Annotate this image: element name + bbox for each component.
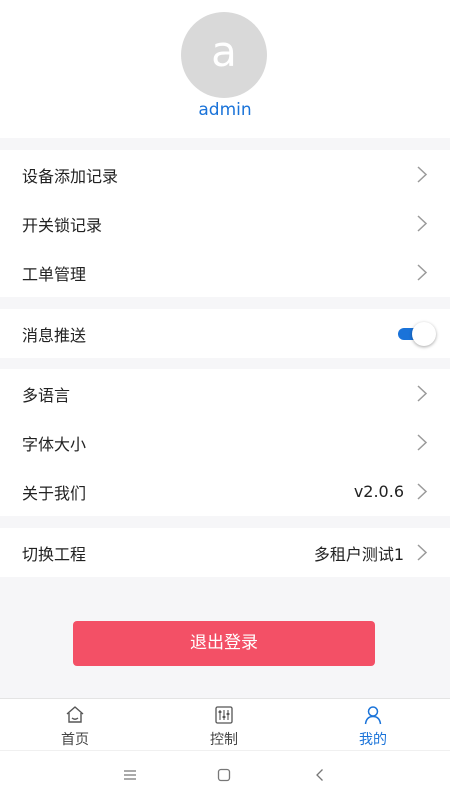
settings-group-notifications: 消息推送 — [0, 309, 450, 358]
menu-item-label: 消息推送 — [22, 325, 87, 345]
avatar[interactable]: a — [181, 12, 267, 98]
menu-item-label: 字体大小 — [22, 434, 87, 454]
system-navigation-bar — [0, 750, 450, 800]
menu-item-work-orders[interactable]: 工单管理 — [0, 248, 450, 297]
settings-group-project: 切换工程 多租户测试1 — [0, 528, 450, 577]
menu-item-switch-project[interactable]: 切换工程 多租户测试1 — [0, 528, 450, 577]
settings-group-general: 多语言 字体大小 关于我们 v2.0.6 — [0, 369, 450, 516]
tab-label: 控制 — [210, 732, 238, 748]
profile-header: a admin — [0, 0, 450, 138]
chevron-right-icon — [417, 385, 428, 402]
menu-item-font-size[interactable]: 字体大小 — [0, 418, 450, 467]
app-version: v2.0.6 — [353, 482, 404, 501]
menu-item-label: 多语言 — [22, 385, 71, 405]
menu-item-label: 切换工程 — [22, 544, 87, 564]
square-icon[interactable] — [217, 768, 231, 782]
username: admin — [198, 100, 252, 120]
chevron-right-icon — [417, 483, 428, 500]
menu-icon[interactable] — [123, 768, 137, 782]
toggle-knob — [412, 322, 436, 346]
chevron-right-icon — [417, 544, 428, 561]
menu-item-lock-records[interactable]: 开关锁记录 — [0, 199, 450, 248]
person-icon — [364, 706, 382, 725]
control-icon — [215, 706, 233, 724]
settings-group-records: 设备添加记录 开关锁记录 工单管理 — [0, 150, 450, 297]
home-icon — [66, 706, 84, 723]
menu-item-device-add-records[interactable]: 设备添加记录 — [0, 150, 450, 199]
menu-item-label: 开关锁记录 — [22, 215, 103, 235]
tab-mine[interactable]: 我的 — [323, 699, 423, 751]
tab-home[interactable]: 首页 — [25, 699, 125, 751]
menu-item-push-notifications: 消息推送 — [0, 309, 450, 358]
push-toggle[interactable] — [398, 322, 436, 346]
bottom-tab-bar: 首页 控制 我的 — [0, 698, 450, 750]
tab-control[interactable]: 控制 — [174, 699, 274, 751]
logout-button[interactable]: 退出登录 — [73, 621, 375, 666]
menu-item-about-us[interactable]: 关于我们 v2.0.6 — [0, 467, 450, 516]
menu-item-language[interactable]: 多语言 — [0, 369, 450, 418]
chevron-right-icon — [417, 264, 428, 281]
tab-label: 我的 — [359, 732, 387, 748]
back-icon[interactable] — [313, 768, 327, 782]
menu-item-label: 设备添加记录 — [22, 166, 119, 186]
menu-item-label: 工单管理 — [22, 264, 87, 284]
chevron-right-icon — [417, 434, 428, 451]
tab-label: 首页 — [61, 732, 89, 748]
chevron-right-icon — [417, 215, 428, 232]
menu-item-label: 关于我们 — [22, 483, 87, 503]
current-project: 多租户测试1 — [313, 544, 404, 564]
chevron-right-icon — [417, 166, 428, 183]
